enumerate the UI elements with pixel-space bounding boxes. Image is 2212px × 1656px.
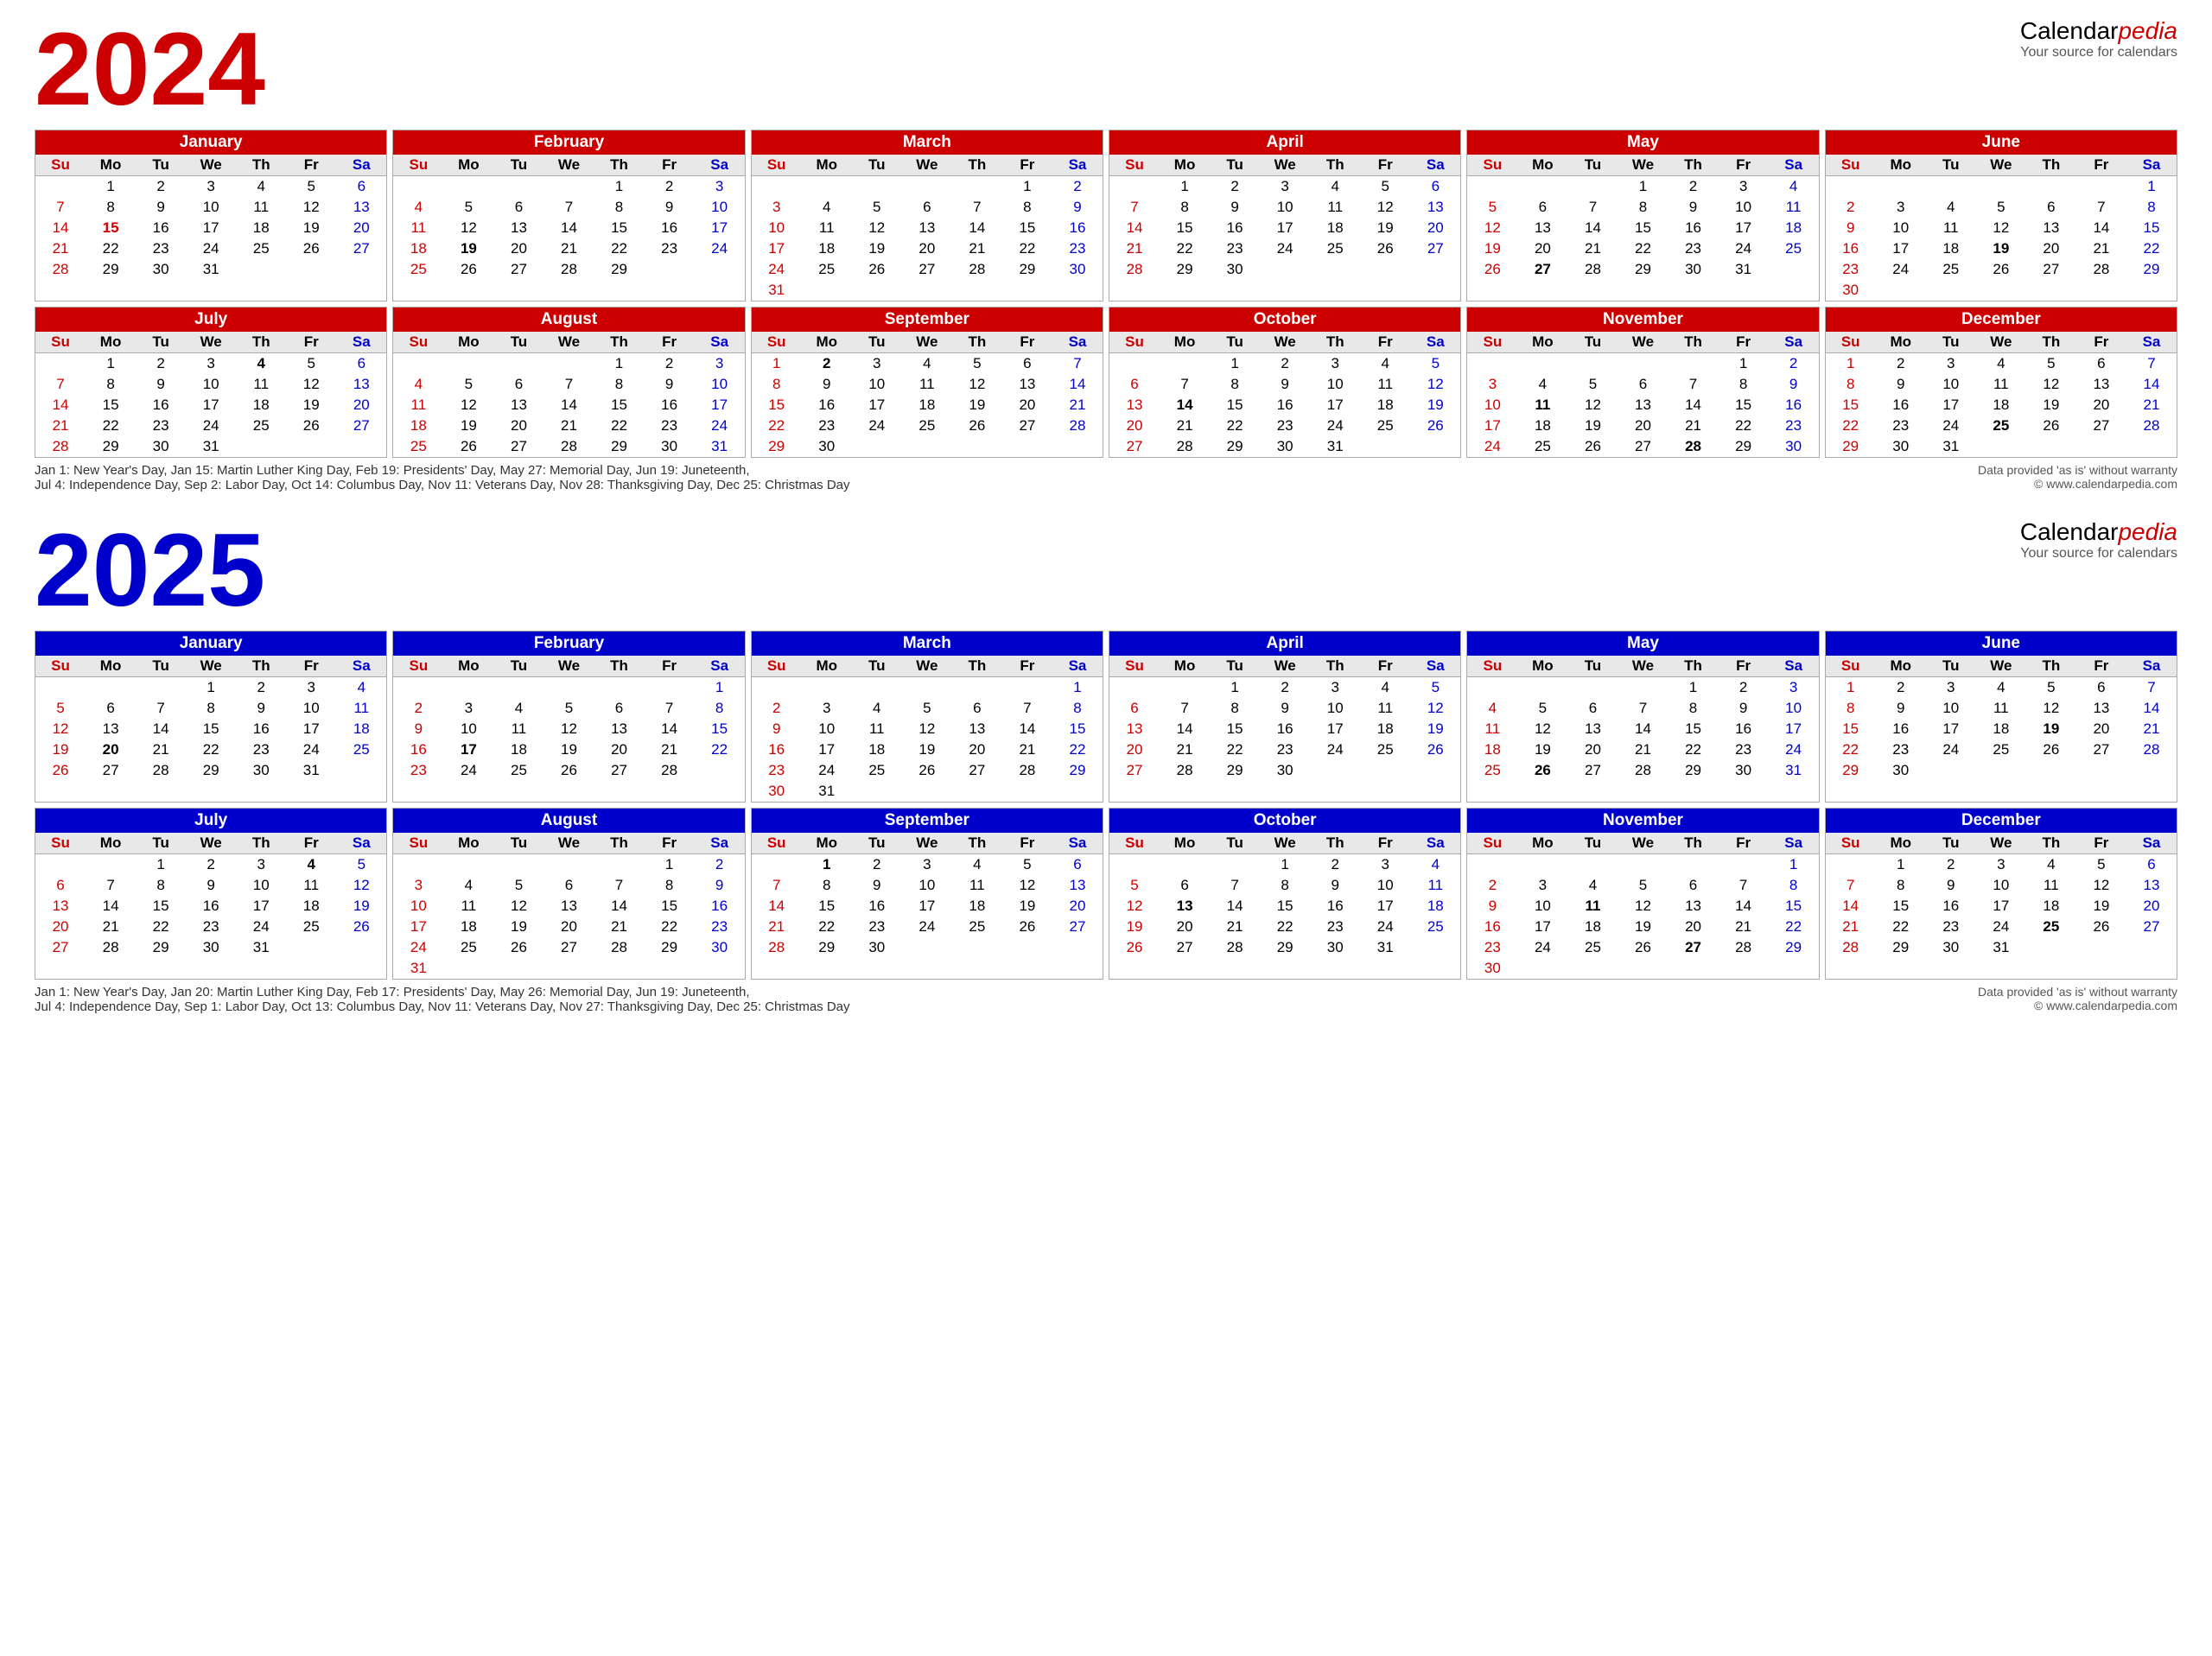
mar-2024: March SuMoTuWeThFrSa 12 3456789 10111213… [751, 130, 1103, 301]
2024-bottom-months: July SuMoTuWeThFrSa 123456 78910111213 1… [35, 307, 2177, 458]
oct-2025: October SuMoTuWeThFrSa 1234 567891011 12… [1109, 808, 1461, 980]
aug-2024: August SuMoTuWeThFrSa 123 45678910 11121… [392, 307, 745, 458]
aug-2025: August SuMoTuWeThFrSa 12 3456789 1011121… [392, 808, 745, 980]
jun-2025: June SuMoTuWeThFrSa 1234567 891011121314… [1825, 631, 2177, 803]
year-2024-title: 2024 [35, 17, 2177, 121]
jul-2024: July SuMoTuWeThFrSa 123456 78910111213 1… [35, 307, 387, 458]
year-2025-title: 2025 [35, 518, 2177, 622]
feb-2024: February SuMoTuWeThFrSa 123 45678910 111… [392, 130, 745, 301]
nov-2024: November SuMoTuWeThFrSa 12 3456789 10111… [1466, 307, 1819, 458]
2024-top-months: January SuMoTuWeThFrSa 123456 7891011121… [35, 130, 2177, 301]
may-2024: May SuMoTuWeThFrSa 1234 567891011 121314… [1466, 130, 1819, 301]
sep-2025: September SuMoTuWeThFrSa 123456 78910111… [751, 808, 1103, 980]
jun-2024: June SuMoTuWeThFrSa 1 2345678 9101112131… [1825, 130, 2177, 301]
mar-2025: March SuMoTuWeThFrSa 1 2345678 910111213… [751, 631, 1103, 803]
sep-2024: September SuMoTuWeThFrSa 1234567 8910111… [751, 307, 1103, 458]
dec-2024: December SuMoTuWeThFrSa 1234567 89101112… [1825, 307, 2177, 458]
jan-2025: January SuMoTuWeThFrSa 1234 567891011 12… [35, 631, 387, 803]
2024-footnotes: Jan 1: New Year's Day, Jan 15: Martin Lu… [35, 463, 2177, 492]
may-2025: May SuMoTuWeThFrSa 123 45678910 11121314… [1466, 631, 1819, 803]
jan-2024: January SuMoTuWeThFrSa 123456 7891011121… [35, 130, 387, 301]
jul-2025: July SuMoTuWeThFrSa 12345 6789101112 131… [35, 808, 387, 980]
apr-2024: April SuMoTuWeThFrSa 123456 78910111213 … [1109, 130, 1461, 301]
dec-2025: December SuMoTuWeThFrSa 123456 789101112… [1825, 808, 2177, 980]
nov-2025: November SuMoTuWeThFrSa 1 2345678 910111… [1466, 808, 1819, 980]
brand-2025: Calendarpedia Your source for calendars [2020, 518, 2177, 562]
2025-top-months: January SuMoTuWeThFrSa 1234 567891011 12… [35, 631, 2177, 803]
oct-2024: October SuMoTuWeThFrSa 12345 6789101112 … [1109, 307, 1461, 458]
apr-2025: April SuMoTuWeThFrSa 12345 6789101112 13… [1109, 631, 1461, 803]
2025-footnotes: Jan 1: New Year's Day, Jan 20: Martin Lu… [35, 985, 2177, 1014]
2025-bottom-months: July SuMoTuWeThFrSa 12345 6789101112 131… [35, 808, 2177, 980]
feb-2025: February SuMoTuWeThFrSa 1 2345678 910111… [392, 631, 745, 803]
brand-2024: Calendarpedia Your source for calendars [2020, 17, 2177, 60]
